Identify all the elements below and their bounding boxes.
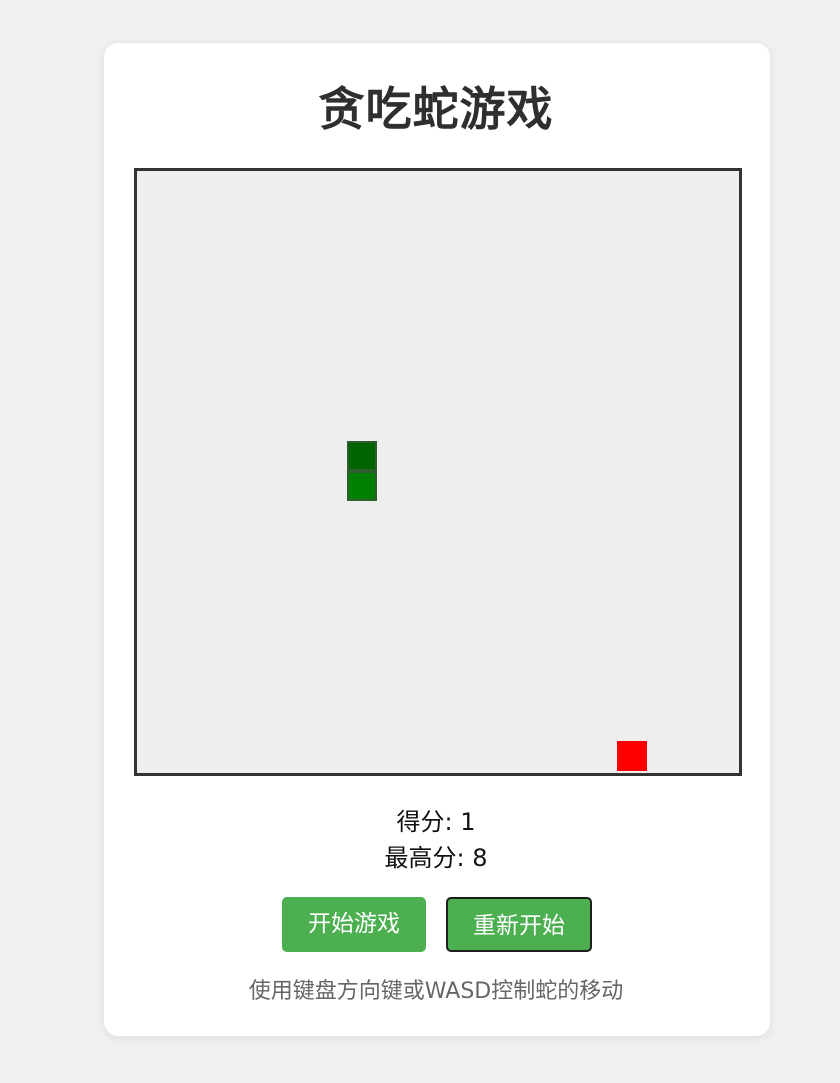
score-display: 得分: 1 (396, 808, 476, 836)
snake-head (347, 441, 377, 471)
start-game-button[interactable]: 开始游戏 (282, 897, 426, 952)
snake-body-segment (347, 471, 377, 501)
controls-instructions: 使用键盘方向键或WASD控制蛇的移动 (248, 979, 624, 1004)
food-square (617, 741, 647, 771)
high-score-display: 最高分: 8 (384, 844, 488, 872)
game-board[interactable] (134, 168, 742, 776)
restart-game-button[interactable]: 重新开始 (446, 897, 592, 952)
game-title: 贪吃蛇游戏 (318, 82, 554, 136)
